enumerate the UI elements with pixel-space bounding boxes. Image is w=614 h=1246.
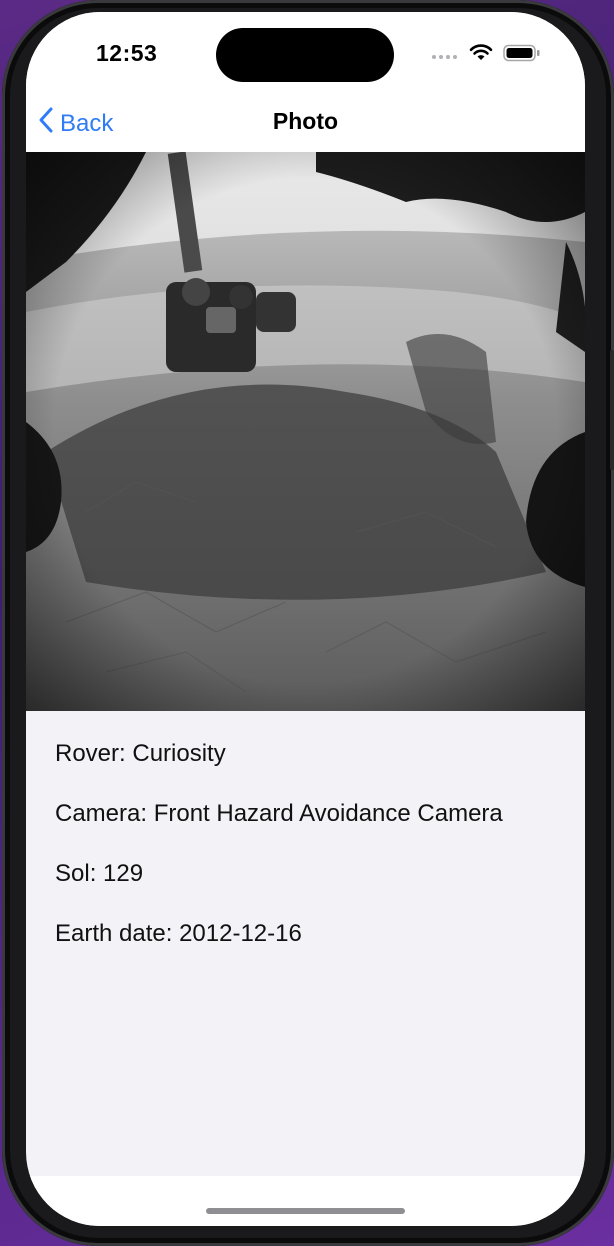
camera-label: Camera: Front Hazard Avoidance Camera xyxy=(55,800,503,827)
mars-rover-photo xyxy=(26,151,585,711)
page-title: Photo xyxy=(272,108,339,134)
phone-frame: 12:53 Back Photo Rover: Curiosity Camera… xyxy=(2,0,614,1246)
cellular-signal-icon xyxy=(431,47,459,65)
home-area xyxy=(26,1176,585,1226)
sol-label: Sol: 129 xyxy=(55,860,144,887)
home-indicator[interactable] xyxy=(206,1208,405,1214)
side-button xyxy=(610,350,614,470)
status-icons xyxy=(431,44,541,67)
wifi-icon xyxy=(469,44,493,67)
photo-details: Rover: Curiosity Camera: Front Hazard Av… xyxy=(55,738,503,978)
battery-icon xyxy=(503,44,541,67)
status-bar: 12:53 xyxy=(26,12,585,96)
dynamic-island xyxy=(216,28,394,82)
status-time: 12:53 xyxy=(96,40,158,66)
earth-date-label: Earth date: 2012-12-16 xyxy=(55,920,302,947)
screen: 12:53 Back Photo Rover: Curiosity Camera… xyxy=(26,12,585,1226)
navigation-bar: Back Photo xyxy=(26,96,585,152)
rover-label: Rover: Curiosity xyxy=(55,740,226,767)
